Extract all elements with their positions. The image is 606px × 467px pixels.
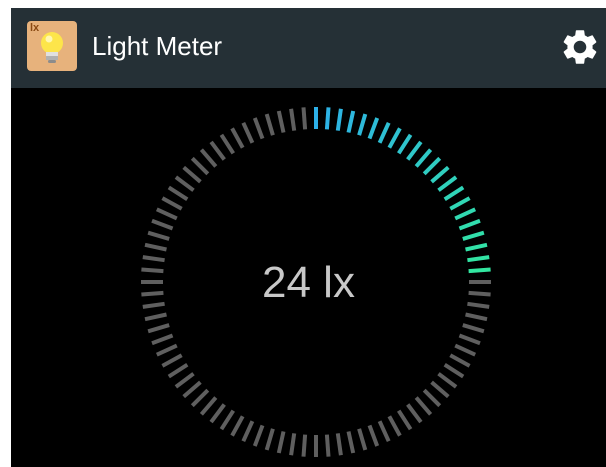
gauge-tick: [335, 433, 343, 456]
gauge-tick: [367, 424, 380, 447]
gauge-tick: [437, 372, 458, 389]
gauge-tick-active: [377, 121, 391, 144]
gauge-tick: [458, 333, 481, 346]
gauge-tick: [155, 207, 178, 221]
gauge-tick: [252, 424, 265, 447]
gauge-tick: [190, 156, 210, 176]
gauge-tick: [182, 380, 202, 399]
gauge-tick: [199, 148, 218, 168]
screen: lx Light Meter 24 lx: [11, 8, 606, 467]
gauge-tick: [406, 403, 423, 424]
gauge-tick-active: [367, 117, 380, 140]
gauge-tick-active: [406, 140, 423, 161]
gauge-tick: [454, 343, 477, 357]
gauge-tick: [219, 133, 235, 155]
gauge-tick: [264, 113, 275, 136]
gauge-tick: [230, 415, 245, 437]
gauge-tick-active: [462, 230, 485, 241]
gauge-tick-active: [449, 196, 471, 211]
gauge-tick: [147, 323, 170, 334]
gauge-tick-active: [454, 207, 477, 221]
gauge-tick: [422, 388, 442, 408]
gauge-tick: [230, 127, 245, 149]
gauge-tick-active: [357, 113, 368, 136]
gauge-tick-active: [465, 242, 488, 252]
gauge-tick: [147, 230, 170, 241]
gauge-tick: [443, 363, 465, 379]
gauge-tick: [324, 434, 331, 457]
app-icon-badge: lx: [30, 22, 40, 34]
gauge-tick: [190, 388, 210, 408]
gauge-tick: [377, 420, 391, 443]
gauge-tick: [430, 380, 450, 399]
gear-icon[interactable]: [559, 26, 601, 68]
gauge-tick: [289, 108, 297, 131]
app-bar: lx Light Meter: [11, 8, 606, 88]
gauge-tick: [182, 165, 202, 184]
gauge-tick: [387, 415, 402, 437]
gauge-tick: [167, 363, 189, 379]
gauge-tick: [151, 333, 174, 346]
app-title: Light Meter: [92, 31, 223, 61]
lux-reading: 24 lx: [262, 258, 355, 307]
gauge-tick: [209, 403, 226, 424]
gauge-tick: [276, 110, 286, 133]
gauge-tick-active: [443, 185, 465, 201]
gauge-tick-active: [346, 110, 356, 133]
gauge-tick: [144, 312, 167, 322]
gauge-tick: [357, 428, 368, 451]
gauge-tick: [151, 218, 174, 231]
gauge-tick: [301, 107, 308, 130]
gauge-tick: [346, 431, 356, 454]
gauge-tick: [161, 353, 183, 368]
lightbulb-lux-icon: lx: [27, 21, 77, 71]
gauge-tick: [241, 420, 255, 443]
gauge-tick-active: [324, 107, 331, 130]
gauge-tick: [161, 196, 183, 211]
gauge-tick: [264, 428, 275, 451]
gauge-tick-active: [430, 165, 450, 184]
gauge-tick: [462, 323, 485, 334]
gauge-tick: [449, 353, 471, 368]
gauge-tick: [174, 175, 195, 192]
gauge-tick: [174, 372, 195, 389]
gauge-tick: [397, 409, 413, 431]
gauge-tick: [144, 242, 167, 252]
gauge-tick: [199, 396, 218, 416]
gauge-tick: [414, 396, 433, 416]
gauge-tick: [209, 140, 226, 161]
gauge-tick: [276, 431, 286, 454]
gauge-tick: [252, 117, 265, 140]
gauge-tick-active: [387, 127, 402, 149]
gauge-tick: [155, 343, 178, 357]
gauge-tick: [241, 121, 255, 144]
gauge-tick-active: [335, 108, 343, 131]
gauge-tick-active: [437, 175, 458, 192]
gauge-tick: [167, 185, 189, 201]
gauge-tick: [465, 312, 488, 322]
gauge-tick: [289, 433, 297, 456]
gauge-tick-active: [397, 133, 413, 155]
gauge-tick-active: [458, 218, 481, 231]
gauge-tick-active: [414, 148, 433, 168]
gauge-tick: [301, 434, 308, 457]
gauge-tick: [219, 409, 235, 431]
gauge-tick-active: [422, 156, 442, 176]
